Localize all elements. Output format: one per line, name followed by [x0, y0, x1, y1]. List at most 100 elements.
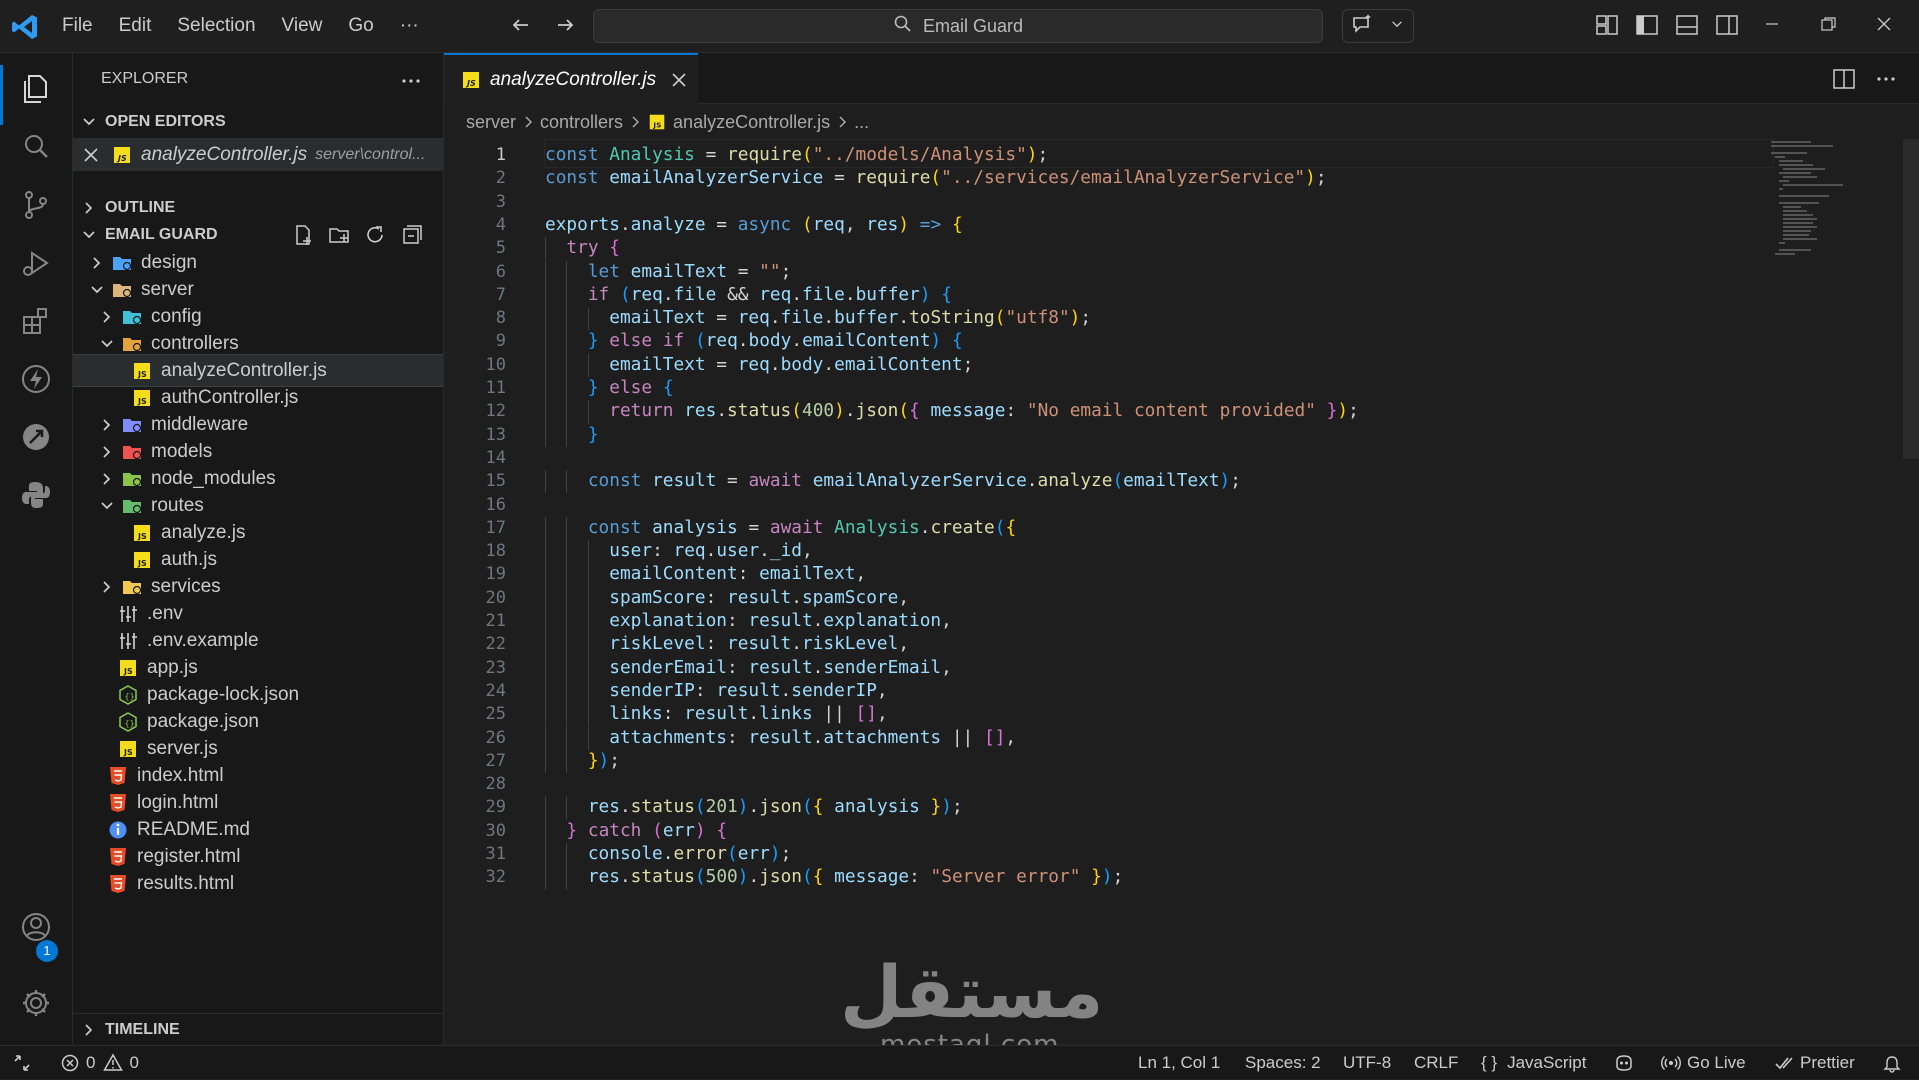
indent-guide [545, 260, 546, 284]
back-arrow-icon[interactable] [508, 12, 534, 43]
line-number: 13 [485, 424, 506, 445]
line-number: 23 [485, 657, 506, 678]
node-json-icon: {} [117, 711, 139, 733]
remote-explorer-icon[interactable] [16, 417, 56, 457]
python-icon[interactable] [16, 475, 56, 515]
close-tab-icon[interactable] [668, 69, 690, 91]
toggle-secondary-sidebar-icon[interactable] [1714, 12, 1740, 43]
indent-guide [566, 330, 568, 354]
breadcrumb-server[interactable]: server [466, 112, 516, 133]
indent-guide [587, 726, 589, 750]
cursor-position[interactable]: Ln 1, Col 1 [1138, 1046, 1220, 1080]
vertical-scrollbar[interactable] [1903, 139, 1919, 459]
prettier-status[interactable]: Prettier [1774, 1046, 1855, 1080]
thunder-client-icon[interactable] [16, 359, 56, 399]
tree-item-label: results.html [137, 872, 235, 894]
split-editor-icon[interactable] [1831, 66, 1857, 97]
chevron-down-icon[interactable] [1389, 16, 1405, 37]
search-view-icon[interactable] [16, 127, 56, 167]
toggle-primary-sidebar-icon[interactable] [1634, 12, 1660, 43]
chevron-right-icon [103, 310, 111, 323]
minimap[interactable] [1767, 139, 1847, 259]
folder-middleware-icon [121, 414, 143, 436]
forward-arrow-icon[interactable] [552, 12, 578, 43]
line-ending[interactable]: CRLF [1414, 1046, 1458, 1080]
info-file-icon [107, 819, 129, 841]
folder-routes-icon [121, 495, 143, 517]
encoding[interactable]: UTF-8 [1343, 1046, 1391, 1080]
more-actions-icon[interactable] [1873, 66, 1899, 97]
code-line: attachments: result.attachments || [], [609, 726, 1017, 748]
timeline-header[interactable]: TIMELINE [73, 1013, 443, 1045]
copilot-status[interactable] [1614, 1046, 1640, 1080]
js-file-icon: JS [111, 144, 133, 166]
breadcrumb-file[interactable]: analyzeController.js [673, 112, 830, 133]
restore-icon[interactable] [1816, 12, 1840, 41]
menu-file[interactable]: File [62, 15, 93, 37]
run-debug-icon[interactable] [16, 243, 56, 283]
command-center-search[interactable]: Email Guard [593, 9, 1323, 43]
indentation[interactable]: Spaces: 2 [1245, 1046, 1321, 1080]
go-live-button[interactable]: Go Live [1661, 1046, 1746, 1080]
title-bar: File Edit Selection View Go ··· Email Gu… [0, 0, 1919, 53]
menu-selection[interactable]: Selection [177, 15, 255, 37]
customize-layout-icon[interactable] [1594, 12, 1620, 43]
minimize-icon[interactable] [1760, 12, 1784, 41]
explorer-files-icon[interactable] [16, 69, 56, 109]
close-icon[interactable] [81, 145, 101, 165]
extensions-icon[interactable] [16, 301, 56, 341]
settings-gear-icon[interactable] [16, 983, 56, 1023]
remote-indicator[interactable] [12, 1046, 38, 1080]
copilot-icon [1616, 1055, 1632, 1071]
breadcrumb-controllers[interactable]: controllers [540, 112, 623, 133]
js-file-icon: JS [647, 112, 667, 132]
vscode-logo-icon[interactable] [10, 12, 40, 42]
open-editors-header[interactable]: OPEN EDITORS [73, 106, 443, 138]
notifications-bell[interactable] [1882, 1046, 1908, 1080]
breadcrumb-symbol[interactable]: ... [854, 112, 869, 133]
line-number: 16 [485, 494, 506, 515]
more-actions-icon[interactable] [399, 69, 423, 93]
code-line: } catch (err) { [566, 819, 728, 841]
code-line: } [587, 423, 599, 445]
explorer-title: EXPLORER [101, 70, 189, 87]
explorer-sidebar: EXPLORER OPEN EDITORS JS analyzeControll… [73, 53, 444, 1045]
close-window-icon[interactable] [1872, 12, 1896, 41]
line-number: 7 [495, 284, 506, 305]
indent-guide [566, 679, 568, 704]
js-file-icon: JS [131, 522, 153, 544]
menu-go[interactable]: Go [348, 15, 373, 37]
code-line: }); [587, 749, 620, 771]
tree-file[interactable]: results.html [73, 867, 443, 900]
chevron-right-icon [93, 256, 101, 269]
window-controls [1760, 12, 1896, 41]
folder-node-icon [121, 468, 143, 490]
menu-bar: File Edit Selection View Go ··· [62, 0, 445, 52]
open-editor-item[interactable]: JS analyzeController.js server\control..… [73, 138, 443, 171]
indent-guide [545, 237, 546, 261]
line-number: 5 [495, 238, 506, 259]
braces-icon: { } [1481, 1053, 1498, 1072]
open-editors-label: OPEN EDITORS [105, 113, 226, 130]
code-editor[interactable]: 1 const Analysis = require("../models/Ana… [444, 139, 1919, 1045]
timeline-label: TIMELINE [105, 1021, 180, 1038]
line-number: 4 [495, 214, 506, 235]
menu-edit[interactable]: Edit [119, 15, 152, 37]
menu-more[interactable]: ··· [400, 15, 419, 37]
copilot-chat-button[interactable] [1342, 9, 1414, 43]
indent-guide [587, 400, 589, 424]
folder-design-icon [111, 252, 133, 274]
tab-analyze-controller[interactable]: JS analyzeController.js [444, 53, 698, 104]
language-mode[interactable]: { } JavaScript [1481, 1046, 1586, 1080]
tree-item-label: auth.js [161, 548, 217, 570]
chevron-right-icon [839, 116, 847, 128]
source-control-icon[interactable] [16, 185, 56, 225]
indent-guide [545, 679, 546, 704]
indent-guide [566, 377, 568, 401]
problems-indicator[interactable]: 0 0 [60, 1046, 139, 1080]
layout-controls [1594, 12, 1740, 43]
toggle-panel-icon[interactable] [1674, 12, 1700, 43]
indent-guide [545, 516, 546, 541]
indent-guide [566, 470, 568, 494]
menu-view[interactable]: View [282, 15, 323, 37]
